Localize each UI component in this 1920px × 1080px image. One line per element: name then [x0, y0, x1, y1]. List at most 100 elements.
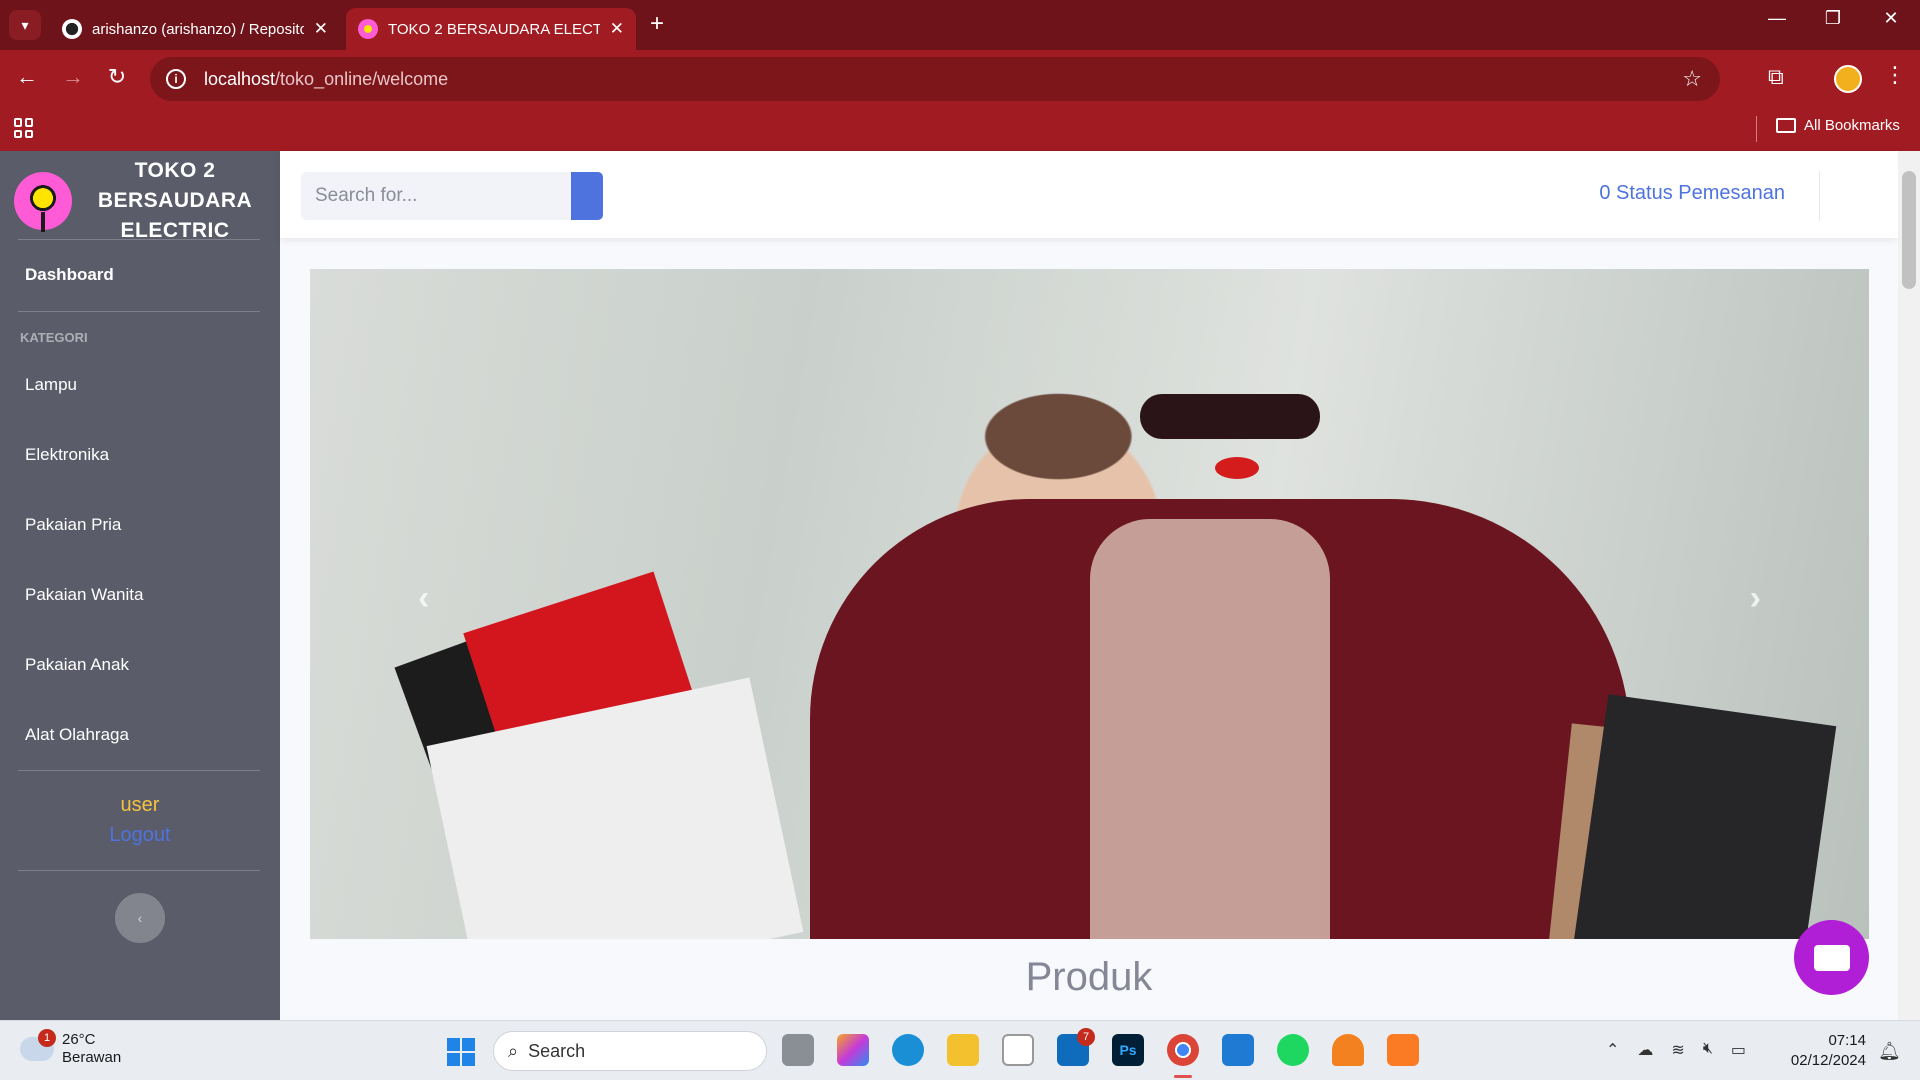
extensions-icon[interactable]: ⧉: [1768, 64, 1784, 90]
close-tab-icon[interactable]: ✕: [314, 19, 328, 39]
sidebar: TOKO 2 BERSAUDARA ELECTRIC Dashboard KAT…: [0, 151, 280, 1020]
sidebar-divider: [18, 770, 260, 771]
all-bookmarks-button[interactable]: All Bookmarks: [1776, 117, 1900, 134]
folder-icon: [1776, 118, 1796, 133]
tab-search-button[interactable]: ▾: [9, 10, 41, 40]
tab-toko[interactable]: TOKO 2 BERSAUDARA ELECTRIC ✕: [346, 8, 636, 50]
cloudflare-icon[interactable]: [1332, 1034, 1364, 1066]
sidebar-item-pakaian-anak[interactable]: Pakaian Anak: [25, 655, 129, 675]
volume-muted-icon[interactable]: 🔇︎: [1703, 1040, 1713, 1060]
reload-icon[interactable]: ↻: [102, 64, 132, 90]
chat-icon[interactable]: [1794, 920, 1869, 995]
bookmarks-divider: [1756, 116, 1757, 142]
chevron-up-icon[interactable]: ⌃: [1606, 1040, 1619, 1060]
spotify-icon[interactable]: [1277, 1034, 1309, 1066]
active-app-indicator: [1174, 1075, 1192, 1078]
tab-github[interactable]: arishanzo (arishanzo) / Reposito ✕: [50, 8, 340, 50]
clock[interactable]: 07:14 02/12/2024: [1782, 1031, 1866, 1071]
cloud-icon: 1: [20, 1029, 56, 1061]
sidebar-heading-kategori: KATEGORI: [20, 330, 88, 345]
brand-logo-icon: [14, 172, 72, 232]
chevron-left-icon[interactable]: ‹: [418, 579, 429, 618]
order-status-link[interactable]: 0 Status Pemesanan: [1599, 182, 1785, 205]
microsoft-store-icon[interactable]: [1002, 1034, 1034, 1066]
carousel-image-shape: [1090, 519, 1330, 939]
task-view-icon[interactable]: [782, 1034, 814, 1066]
clock-date: 02/12/2024: [1790, 1052, 1866, 1069]
chevron-right-icon[interactable]: ›: [1750, 579, 1761, 618]
sidebar-item-dashboard[interactable]: Dashboard: [25, 265, 114, 285]
profile-avatar[interactable]: [1834, 65, 1862, 93]
carousel-image-shape: [1215, 457, 1259, 479]
mail-icon[interactable]: 7: [1057, 1028, 1095, 1066]
site-info-icon[interactable]: i: [166, 69, 186, 89]
edge-icon[interactable]: [892, 1034, 924, 1066]
chrome-icon[interactable]: [1167, 1034, 1199, 1066]
brand-name: TOKO 2 BERSAUDARA ELECTRIC: [97, 159, 253, 242]
taskbar-search-label: Search: [528, 1040, 586, 1061]
windows-start-icon[interactable]: [447, 1038, 475, 1066]
sidebar-item-pakaian-pria[interactable]: Pakaian Pria: [25, 515, 121, 535]
system-tray: ⌃ ☁ ≋ 🔇︎ ▭: [1606, 1040, 1746, 1060]
site-favicon-icon: [358, 19, 378, 39]
browser-menu-icon[interactable]: ⋮: [1884, 62, 1906, 88]
sidebar-item-elektronika[interactable]: Elektronika: [25, 445, 109, 465]
sidebar-divider: [18, 870, 260, 871]
sidebar-item-lampu[interactable]: Lampu: [25, 375, 77, 395]
search-input[interactable]: [301, 172, 571, 220]
forward-icon[interactable]: →: [58, 64, 88, 90]
back-icon[interactable]: ←: [12, 64, 42, 90]
xampp-icon[interactable]: [1387, 1034, 1419, 1066]
windows-taskbar: 1 26°C Berawan ⌕ Search 7 Ps ⌃ ☁ ≋ 🔇︎ ▭ …: [0, 1020, 1920, 1080]
restore-icon[interactable]: ❐: [1808, 8, 1858, 29]
page-scrollbar[interactable]: [1898, 151, 1920, 1020]
apps-grid-icon[interactable]: [14, 118, 34, 138]
bookmarks-bar: All Bookmarks: [0, 108, 1920, 151]
weather-badge: 1: [38, 1029, 56, 1047]
weather-desc: Berawan: [62, 1049, 122, 1066]
user-name: user: [120, 794, 160, 816]
mail-badge: 7: [1077, 1028, 1095, 1046]
hero-carousel: ‹ ›: [310, 269, 1869, 939]
new-tab-icon[interactable]: +: [650, 10, 664, 38]
brand-link[interactable]: TOKO 2 BERSAUDARA ELECTRIC: [14, 159, 270, 242]
topbar: 0 Status Pemesanan: [280, 151, 1898, 238]
wifi-icon[interactable]: ≋: [1671, 1040, 1684, 1060]
notification-bell-icon[interactable]: 🔔︎: [1878, 1041, 1901, 1062]
section-title-produk: Produk: [1025, 955, 1153, 999]
address-bar[interactable]: i localhost/toko_online/welcome ☆: [150, 57, 1720, 101]
topbar-divider: [1819, 171, 1820, 221]
github-icon: [62, 19, 82, 39]
url-text: localhost/toko_online/welcome: [204, 68, 449, 89]
tab-title: TOKO 2 BERSAUDARA ELECTRIC: [388, 20, 600, 38]
window-close-icon[interactable]: ✕: [1866, 8, 1916, 29]
minimize-icon[interactable]: —: [1752, 8, 1802, 29]
bookmark-star-icon[interactable]: ☆: [1682, 66, 1702, 92]
search-button[interactable]: [571, 172, 603, 220]
weather-temp: 26°C: [62, 1031, 96, 1048]
sidebar-item-alat-olahraga[interactable]: Alat Olahraga: [25, 725, 129, 745]
sidebar-item-pakaian-wanita[interactable]: Pakaian Wanita: [25, 585, 143, 605]
close-tab-icon[interactable]: ✕: [610, 19, 624, 39]
weather-widget[interactable]: 1 26°C Berawan: [20, 1029, 122, 1067]
scrollbar-thumb[interactable]: [1902, 171, 1916, 289]
sidebar-divider: [18, 311, 260, 312]
browser-tab-bar: ▾ arishanzo (arishanzo) / Reposito ✕ TOK…: [0, 0, 1920, 50]
copilot-icon[interactable]: [837, 1034, 869, 1066]
tab-title: arishanzo (arishanzo) / Reposito: [92, 20, 304, 38]
file-explorer-icon[interactable]: [947, 1034, 979, 1066]
sidebar-divider: [18, 239, 260, 240]
carousel-image-shape: [1573, 694, 1837, 939]
photoshop-icon[interactable]: Ps: [1112, 1034, 1144, 1066]
logout-link[interactable]: Logout: [0, 824, 280, 847]
carousel-image-shape: [1140, 394, 1320, 439]
browser-toolbar: ← → ↻ i localhost/toko_online/welcome ☆ …: [0, 50, 1920, 108]
taskbar-search[interactable]: ⌕ Search: [493, 1031, 767, 1071]
all-bookmarks-label: All Bookmarks: [1804, 117, 1900, 134]
sidebar-toggle-button[interactable]: ‹: [115, 893, 165, 943]
clock-time: 07:14: [1828, 1032, 1866, 1049]
onedrive-icon[interactable]: ☁: [1637, 1040, 1653, 1060]
battery-icon[interactable]: ▭: [1731, 1040, 1746, 1060]
search-icon: ⌕: [508, 1040, 519, 1061]
vscode-icon[interactable]: [1222, 1034, 1254, 1066]
